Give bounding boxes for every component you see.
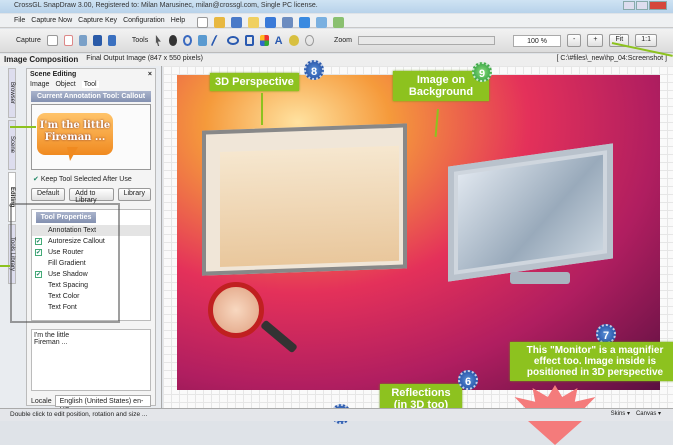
- skins-menu[interactable]: Skins ▾: [611, 410, 630, 417]
- current-tool-title: Current Annotation Tool: Callout: [31, 91, 151, 102]
- monitor-image[interactable]: [448, 143, 613, 282]
- blur-icon[interactable]: [305, 35, 315, 46]
- monitor-stand: [510, 272, 570, 284]
- window-icon[interactable]: [316, 17, 328, 28]
- minimize-button[interactable]: [623, 1, 635, 10]
- rectangle-icon[interactable]: [244, 35, 255, 46]
- zoom-value[interactable]: 100 %: [513, 34, 562, 47]
- line-icon[interactable]: [209, 35, 224, 46]
- image-size: Final Output Image (847 x 550 pixels): [86, 55, 203, 62]
- tab-object[interactable]: Object: [55, 81, 75, 88]
- zoom-in-button[interactable]: +: [587, 34, 604, 47]
- capture-label: Capture: [16, 37, 41, 44]
- menu-help[interactable]: Help: [171, 17, 185, 24]
- arrow-perspective: [261, 93, 263, 125]
- export-icon[interactable]: [333, 17, 345, 28]
- perspective-icon[interactable]: [198, 35, 207, 46]
- folder-icon[interactable]: [248, 17, 260, 28]
- toolbar: Capture Tools A Zoom 100 % - + Fit 1:1: [0, 29, 673, 53]
- status-bar: Double click to edit position, rotation …: [0, 408, 673, 421]
- add-to-library-button[interactable]: Add to Library: [69, 188, 114, 204]
- tab-browser[interactable]: Browser: [8, 68, 16, 118]
- title-bar: CrossGL SnapDraw 3.00, Registered to: Mi…: [0, 0, 673, 13]
- menu-capture-now[interactable]: Capture Now: [31, 17, 72, 24]
- default-button[interactable]: Default: [31, 188, 66, 201]
- perspective-screenshot[interactable]: [202, 123, 407, 276]
- ellipse-icon[interactable]: [227, 36, 239, 45]
- close-icon[interactable]: ×: [148, 71, 152, 78]
- callout-icon[interactable]: [288, 35, 300, 46]
- zoom-label: Zoom: [334, 37, 352, 44]
- composition-title: Image Composition: [4, 55, 79, 64]
- status-menus: Skins ▾ Canvas ▾: [611, 410, 661, 417]
- tab-image[interactable]: Image: [30, 81, 49, 88]
- close-button[interactable]: [649, 1, 667, 10]
- locale-select[interactable]: English (United States) en-US: [54, 395, 151, 414]
- window-controls: [623, 1, 667, 10]
- label-monitor: This "Monitor" is a magnifier effect too…: [510, 342, 673, 381]
- tools-label: Tools: [131, 37, 149, 44]
- tab-tool[interactable]: Tool: [81, 81, 99, 88]
- window-title: CrossGL SnapDraw 3.00, Registered to: Mi…: [14, 2, 318, 9]
- capture-multi-icon[interactable]: [107, 35, 116, 46]
- zoom-slider[interactable]: [357, 36, 496, 45]
- new-file-icon[interactable]: [197, 17, 209, 28]
- library-button[interactable]: Library: [117, 188, 151, 201]
- badge-9: 9: [472, 62, 492, 82]
- capture-region-icon[interactable]: [46, 35, 59, 46]
- copy-icon[interactable]: [282, 17, 294, 28]
- menu-capture-key[interactable]: Capture Key: [78, 17, 117, 24]
- upload-icon[interactable]: [265, 17, 277, 28]
- pointer-icon[interactable]: [155, 35, 161, 46]
- capture-screen-icon[interactable]: [93, 35, 102, 46]
- maximize-button[interactable]: [636, 1, 648, 10]
- badge-7: 7: [596, 324, 616, 344]
- file-path: [ C:\#files\_new\hp_04:Screenshot ]: [556, 55, 667, 62]
- panel-title: Scene Editing: [30, 71, 77, 78]
- keep-tool-checkbox[interactable]: Keep Tool Selected After Use: [41, 176, 132, 183]
- hand-icon[interactable]: [168, 35, 177, 46]
- arrow-callout: [10, 126, 36, 128]
- badge-8: 8: [304, 60, 324, 80]
- badge-6: 6: [458, 370, 478, 390]
- locale-label: Locale: [31, 397, 52, 405]
- canvas-menu[interactable]: Canvas ▾: [636, 410, 661, 417]
- capture-object-icon[interactable]: [78, 35, 88, 46]
- menu-file[interactable]: File: [14, 17, 25, 24]
- menu-bar: File Capture Now Capture Key Configurati…: [0, 14, 673, 28]
- zoom-out-button[interactable]: -: [567, 34, 582, 47]
- save-icon[interactable]: [231, 17, 243, 28]
- capture-window-icon[interactable]: [64, 35, 73, 46]
- magnifier-lens[interactable]: [208, 282, 264, 338]
- annotation-text-input[interactable]: I'm the little Fireman ...: [31, 329, 151, 391]
- actual-size-button[interactable]: 1:1: [635, 34, 657, 47]
- callout-sample: I'm the little Fireman ...: [37, 113, 113, 161]
- properties-highlight: [10, 203, 120, 323]
- color-icon[interactable]: [260, 35, 269, 46]
- arrow-properties: [0, 265, 10, 267]
- text-icon[interactable]: A: [275, 35, 283, 47]
- open-folder-icon[interactable]: [214, 17, 226, 28]
- menu-configuration[interactable]: Configuration: [123, 17, 165, 24]
- magnifier-icon[interactable]: [182, 35, 193, 46]
- label-3d-perspective: 3D Perspective: [210, 73, 299, 91]
- forward-icon[interactable]: [299, 17, 311, 28]
